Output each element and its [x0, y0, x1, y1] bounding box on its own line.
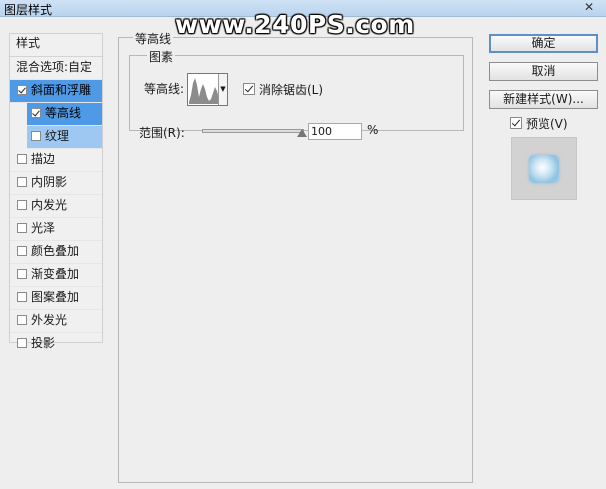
- blend-options-item[interactable]: 混合选项:自定: [10, 57, 102, 80]
- stroke-checkbox[interactable]: [17, 154, 27, 164]
- style-item-label: 等高线: [45, 106, 82, 120]
- preview-label[interactable]: 预览(V): [526, 115, 568, 132]
- cancel-button[interactable]: 取消: [489, 62, 598, 81]
- style-item-drop-shadow[interactable]: 投影: [10, 333, 102, 355]
- style-item-label: 颜色叠加: [31, 244, 80, 258]
- new-style-button[interactable]: 新建样式(W)...: [489, 90, 598, 109]
- style-item-label: 图案叠加: [31, 290, 80, 304]
- window-title: 图层样式: [4, 3, 53, 17]
- antialias-checkbox[interactable]: [243, 83, 255, 95]
- style-item-label: 纹理: [45, 129, 70, 143]
- range-label: 范围(R):: [139, 126, 185, 140]
- style-item-inner-glow[interactable]: 内发光: [10, 195, 102, 218]
- range-slider-thumb[interactable]: [297, 129, 307, 137]
- drop-shadow-checkbox[interactable]: [17, 338, 27, 348]
- antialias-label[interactable]: 消除锯齿(L): [259, 81, 323, 98]
- style-item-label: 光泽: [31, 221, 56, 235]
- watermark: www.240PS.com: [175, 10, 415, 39]
- pattern-overlay-checkbox[interactable]: [17, 292, 27, 302]
- contour-groupbox: 等高线 图素 等高线: ▼ 消除锯齿(L) 范围(R): 100 %: [118, 30, 473, 483]
- style-item-label: 内阴影: [31, 175, 68, 189]
- contour-label: 等高线:: [144, 82, 185, 96]
- preview-swatch: [529, 155, 559, 183]
- ok-button[interactable]: 确定: [489, 34, 598, 53]
- styles-list: 样式 混合选项:自定 斜面和浮雕 等高线 纹理 描边 内阴影 内发光 光泽 颜色…: [9, 33, 103, 350]
- range-slider[interactable]: [202, 129, 304, 133]
- elements-groupbox: 图素 等高线: ▼ 消除锯齿(L) 范围(R): 100 %: [129, 48, 464, 140]
- elements-group-title: 图素: [147, 48, 176, 65]
- style-item-stroke[interactable]: 描边: [10, 149, 102, 172]
- satin-checkbox[interactable]: [17, 223, 27, 233]
- range-input[interactable]: 100: [308, 123, 362, 140]
- chevron-down-icon[interactable]: ▼: [218, 74, 227, 105]
- styles-header: 样式: [10, 34, 102, 57]
- style-item-label: 描边: [31, 152, 56, 166]
- style-item-inner-shadow[interactable]: 内阴影: [10, 172, 102, 195]
- style-item-label: 渐变叠加: [31, 267, 80, 281]
- preview-checkbox[interactable]: [510, 117, 522, 129]
- style-item-label: 斜面和浮雕: [31, 83, 92, 97]
- inner-glow-checkbox[interactable]: [17, 200, 27, 210]
- style-item-texture[interactable]: 纹理: [27, 126, 102, 149]
- contour-checkbox[interactable]: [31, 108, 41, 118]
- style-item-label: 投影: [31, 336, 56, 350]
- style-item-pattern-overlay[interactable]: 图案叠加: [10, 287, 102, 310]
- inner-shadow-checkbox[interactable]: [17, 177, 27, 187]
- style-item-satin[interactable]: 光泽: [10, 218, 102, 241]
- style-item-outer-glow[interactable]: 外发光: [10, 310, 102, 333]
- contour-curve-icon: [189, 75, 219, 104]
- contour-section-title: 等高线: [133, 30, 174, 47]
- style-item-contour[interactable]: 等高线: [27, 103, 102, 126]
- outer-glow-checkbox[interactable]: [17, 315, 27, 325]
- style-item-label: 内发光: [31, 198, 68, 212]
- range-unit: %: [367, 123, 379, 137]
- gradient-overlay-checkbox[interactable]: [17, 269, 27, 279]
- style-item-label: 外发光: [31, 313, 68, 327]
- style-item-gradient-overlay[interactable]: 渐变叠加: [10, 264, 102, 287]
- bevel-emboss-checkbox[interactable]: [17, 85, 27, 95]
- close-icon[interactable]: ✕: [578, 0, 600, 14]
- color-overlay-checkbox[interactable]: [17, 246, 27, 256]
- style-preview: [511, 137, 577, 200]
- texture-checkbox[interactable]: [31, 131, 41, 141]
- style-item-color-overlay[interactable]: 颜色叠加: [10, 241, 102, 264]
- style-item-bevel-emboss[interactable]: 斜面和浮雕: [10, 80, 102, 103]
- contour-picker[interactable]: ▼: [187, 73, 228, 106]
